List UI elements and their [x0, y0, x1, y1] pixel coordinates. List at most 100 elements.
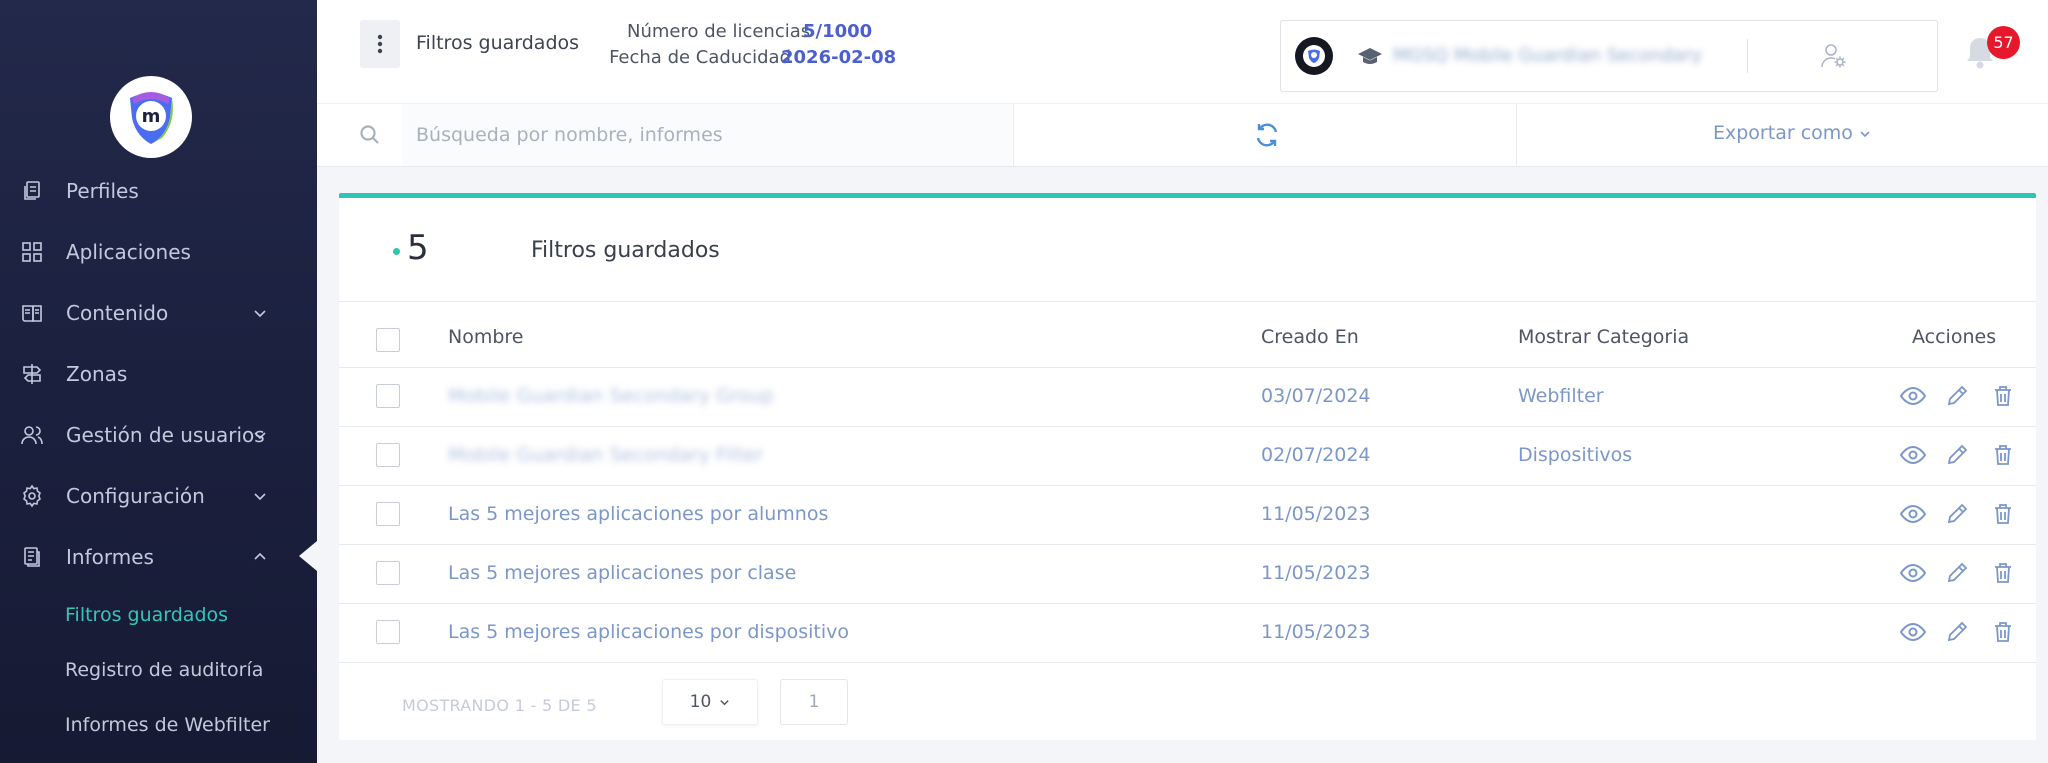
created-date: 11/05/2023	[1261, 621, 1371, 643]
pencil-icon[interactable]	[1943, 559, 1971, 587]
chevron-down-icon	[254, 432, 266, 440]
search-toolbar: Exportar como	[317, 103, 2048, 167]
header: Filtros guardados Número de licencias 5/…	[317, 0, 2048, 103]
menu-toggle-button[interactable]	[360, 20, 400, 68]
column-header-mostrar-categoria[interactable]: Mostrar Categoria	[1518, 326, 1689, 348]
table-row: Las 5 mejores aplicaciones por alumnos 1…	[339, 486, 2036, 545]
refresh-icon[interactable]	[1252, 120, 1282, 150]
trash-icon[interactable]	[1989, 500, 2017, 528]
page-size-value: 10	[689, 692, 712, 712]
sidebar-item-label: Zonas	[66, 362, 128, 386]
page-number-button[interactable]: 1	[780, 679, 848, 725]
export-dropdown[interactable]: Exportar como	[1713, 122, 1871, 144]
table-row: Mobile Guardian Secondary Group 03/07/20…	[339, 368, 2036, 427]
sidebar-item-label: Aplicaciones	[66, 240, 191, 264]
eye-icon[interactable]	[1899, 500, 1927, 528]
eye-icon[interactable]	[1899, 441, 1927, 469]
sidebar-item-aplicaciones[interactable]: Aplicaciones	[0, 226, 317, 278]
divider	[1013, 104, 1014, 167]
card-title: Filtros guardados	[531, 238, 720, 263]
gear-icon	[23, 484, 41, 508]
chevron-down-icon	[254, 310, 266, 318]
row-checkbox[interactable]	[376, 443, 400, 467]
column-header-nombre[interactable]: Nombre	[448, 326, 524, 348]
pencil-icon[interactable]	[1943, 382, 1971, 410]
chevron-down-icon	[1860, 130, 1870, 137]
created-date: 02/07/2024	[1261, 444, 1371, 466]
select-all-checkbox[interactable]	[376, 328, 400, 352]
account-selector[interactable]: MGSQ Mobile Guardian Secondary	[1280, 20, 1938, 92]
pencil-icon[interactable]	[1943, 500, 1971, 528]
report-icon	[24, 547, 40, 567]
account-name: MGSQ Mobile Guardian Secondary	[1393, 45, 1702, 66]
table-row: Las 5 mejores aplicaciones por clase 11/…	[339, 545, 2036, 604]
category: Webfilter	[1518, 385, 1604, 407]
row-checkbox[interactable]	[376, 620, 400, 644]
created-date: 11/05/2023	[1261, 562, 1371, 584]
sidebar-subitem-informes-webfilter[interactable]: Informes de Webfilter	[65, 714, 270, 736]
pencil-icon[interactable]	[1943, 441, 1971, 469]
eye-icon[interactable]	[1899, 382, 1927, 410]
sidebar-item-contenido[interactable]: Contenido	[0, 287, 317, 339]
trash-icon[interactable]	[1989, 618, 2017, 646]
notification-badge: 57	[1987, 26, 2020, 59]
column-header-acciones: Acciones	[1912, 326, 1997, 348]
sidebar-item-label: Informes	[66, 545, 154, 569]
filters-count: 5	[407, 228, 429, 268]
users-icon	[21, 426, 43, 445]
book-icon	[22, 305, 42, 322]
divider	[339, 301, 2036, 302]
chevron-up-icon	[254, 552, 266, 560]
document-copy-icon	[24, 181, 40, 200]
trash-icon[interactable]	[1989, 441, 2017, 469]
filter-name[interactable]: Las 5 mejores aplicaciones por dispositi…	[448, 621, 849, 643]
row-checkbox[interactable]	[376, 502, 400, 526]
graduation-cap-icon	[1358, 48, 1382, 64]
row-checkbox[interactable]	[376, 384, 400, 408]
page-size-select[interactable]: 10	[662, 679, 758, 725]
active-indicator	[299, 541, 317, 571]
user-settings-icon[interactable]	[1819, 41, 1849, 71]
shield-logo-icon	[1303, 45, 1325, 67]
expiry-label: Fecha de Caducidad	[609, 47, 791, 68]
export-label: Exportar como	[1713, 122, 1853, 144]
grid-icon	[22, 242, 42, 262]
column-header-creado-en[interactable]: Creado En	[1261, 326, 1359, 348]
sidebar-item-label: Configuración	[66, 484, 205, 508]
created-date: 03/07/2024	[1261, 385, 1371, 407]
avatar	[1295, 37, 1333, 75]
filter-name[interactable]: Mobile Guardian Secondary Filter	[448, 444, 763, 466]
sidebar-item-label: Perfiles	[66, 179, 139, 203]
sidebar-item-label: Gestión de usuarios	[66, 423, 265, 447]
svg-text:m: m	[142, 106, 161, 127]
chevron-down-icon	[720, 699, 729, 705]
row-checkbox[interactable]	[376, 561, 400, 585]
page-title: Filtros guardados	[416, 32, 580, 54]
signpost-icon	[23, 364, 42, 384]
filter-name[interactable]: Las 5 mejores aplicaciones por clase	[448, 562, 796, 584]
sidebar-item-zonas[interactable]: Zonas	[0, 348, 317, 400]
sidebar-subitem-filtros-guardados[interactable]: Filtros guardados	[65, 604, 228, 626]
table-row: Las 5 mejores aplicaciones por dispositi…	[339, 604, 2036, 663]
sidebar-subitem-registro-auditoria[interactable]: Registro de auditoría	[65, 659, 263, 681]
sidebar-item-gestion-usuarios[interactable]: Gestión de usuarios	[0, 409, 317, 461]
expiry-value: 2026-02-08	[781, 47, 897, 68]
sidebar-item-configuracion[interactable]: Configuración	[0, 470, 317, 522]
app-logo[interactable]: m	[110, 76, 192, 158]
eye-icon[interactable]	[1899, 559, 1927, 587]
pencil-icon[interactable]	[1943, 618, 1971, 646]
divider	[1747, 39, 1748, 73]
filter-name[interactable]: Mobile Guardian Secondary Group	[448, 385, 774, 407]
pagination-summary: MOSTRANDO 1 - 5 DE 5	[402, 696, 597, 715]
divider	[1516, 104, 1517, 167]
trash-icon[interactable]	[1989, 382, 2017, 410]
sidebar-item-informes[interactable]: Informes	[0, 531, 317, 583]
sidebar: m Perfiles Aplicaciones Contenido Zonas …	[0, 0, 317, 763]
trash-icon[interactable]	[1989, 559, 2017, 587]
eye-icon[interactable]	[1899, 618, 1927, 646]
search-input[interactable]	[402, 104, 1012, 166]
sidebar-item-label: Contenido	[66, 301, 169, 325]
saved-filters-card: 5 Filtros guardados Nombre Creado En Mos…	[339, 193, 2036, 740]
sidebar-item-perfiles[interactable]: Perfiles	[0, 165, 317, 217]
filter-name[interactable]: Las 5 mejores aplicaciones por alumnos	[448, 503, 828, 525]
